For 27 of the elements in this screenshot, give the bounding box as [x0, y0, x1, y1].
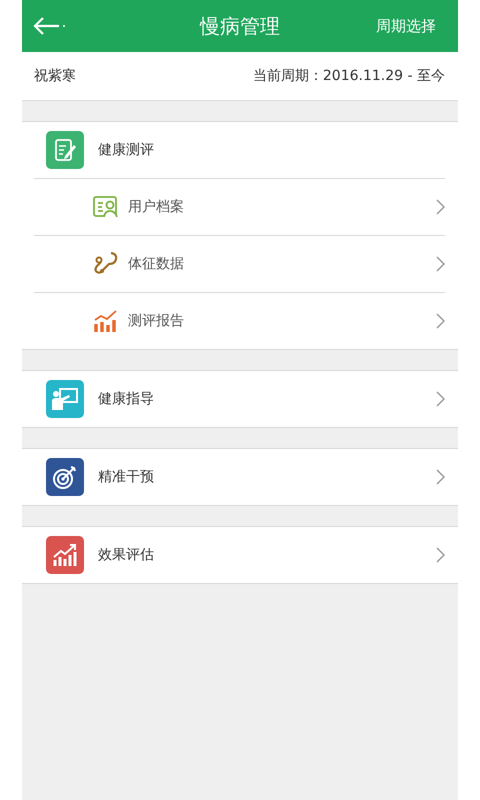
chevron-right-icon: [436, 256, 445, 272]
chevron-right-icon: [436, 391, 445, 407]
patient-name: 祝紫寒: [34, 67, 76, 85]
profile-card-icon: [93, 195, 119, 219]
chevron-right-icon: [436, 313, 445, 329]
menu-label: 健康指导: [98, 390, 154, 408]
page-title: 慢病管理: [200, 12, 280, 40]
submenu-label: 用户档案: [128, 198, 184, 216]
chevron-right-icon: [436, 469, 445, 485]
target-icon: [46, 458, 84, 496]
clipboard-pen-icon: [46, 131, 84, 169]
chevron-right-icon: [436, 199, 445, 215]
menu-label: 效果评估: [98, 546, 154, 564]
menu-label: 健康测评: [98, 141, 154, 159]
chevron-right-icon: [436, 547, 445, 563]
submenu-label: 体征数据: [128, 255, 184, 273]
menu-label: 精准干预: [98, 468, 154, 486]
presentation-icon: [46, 380, 84, 418]
menu-item[interactable]: 健康测评: [22, 122, 445, 178]
submenu-item[interactable]: 体征数据: [34, 235, 445, 292]
current-period: 当前周期：2016.11.29 - 至今: [252, 67, 445, 85]
bar-chart-icon: [93, 309, 119, 333]
growth-chart-icon: [46, 536, 84, 574]
submenu-item[interactable]: 用户档案: [34, 178, 445, 235]
submenu-item[interactable]: 测评报告: [34, 292, 445, 349]
back-button[interactable]: [32, 16, 66, 36]
submenu-label: 测评报告: [128, 312, 184, 330]
